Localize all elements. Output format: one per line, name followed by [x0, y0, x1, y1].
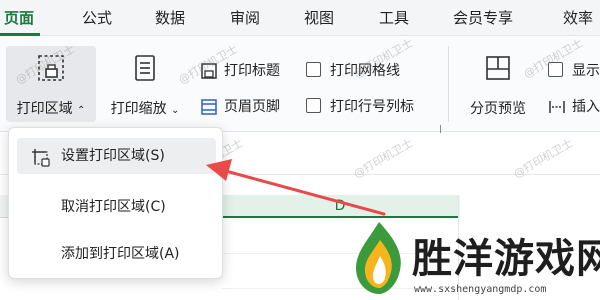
print-area-label: 打印区域 — [16, 101, 73, 117]
tab-data[interactable]: 数据 — [155, 0, 185, 36]
print-titles-label: 打印标题 — [224, 63, 280, 79]
tab-efficiency[interactable]: 效率 — [563, 0, 593, 36]
print-scale-label: 打印缩放 — [110, 101, 167, 117]
print-gridlines-toggle[interactable]: 打印网格线 — [306, 60, 426, 82]
flame-logo-icon — [356, 222, 401, 294]
print-area-dropdown-menu: 设置打印区域(S) 取消打印区域(C) 添加到打印区域(A) — [8, 127, 223, 279]
header-footer-button[interactable]: 页眉页脚 — [200, 96, 300, 118]
ribbon-tab-bar: 页面 公式 数据 审阅 视图 工具 会员专享 效率 — [0, 0, 600, 36]
print-scale-button[interactable]: 打印缩放 ⌄ — [102, 46, 188, 122]
ribbon-page-layout: 打印区域 ⌃ 打印缩放 ⌄ 打印标题 页眉页脚 打印网格线 打印行号列标 分页预… — [0, 36, 600, 134]
page-break-preview-icon — [484, 54, 512, 86]
tab-review[interactable]: 审阅 — [230, 0, 260, 36]
print-titles-icon — [200, 62, 218, 87]
ribbon-group-divider — [448, 46, 449, 122]
logo-url: www.sxshengyangmdp.com — [414, 284, 547, 295]
show-toggle[interactable]: 显示 — [548, 60, 600, 82]
menu-item-label: 设置打印区域(S) — [61, 148, 165, 164]
show-label: 显示 — [572, 63, 600, 79]
chevron-up-icon: ⌃ — [77, 105, 86, 116]
print-area-icon — [37, 54, 65, 86]
column-header-d[interactable]: D — [222, 195, 458, 218]
print-gridlines-label: 打印网格线 — [330, 63, 400, 79]
page-break-preview-label: 分页预览 — [470, 101, 526, 117]
menu-item-set-print-area[interactable]: 设置打印区域(S) — [17, 138, 216, 174]
tab-membership[interactable]: 会员专享 — [453, 0, 513, 36]
print-titles-button[interactable]: 打印标题 — [200, 60, 300, 82]
print-gridlines-checkbox[interactable] — [306, 62, 321, 77]
show-checkbox[interactable] — [548, 62, 563, 77]
chevron-down-icon: ⌄ — [171, 105, 180, 116]
tab-page[interactable]: 页面 — [4, 0, 34, 36]
insert-label: 插入 — [572, 99, 600, 115]
site-logo: 胜洋游戏网 www.sxshengyangmdp.com — [350, 218, 600, 300]
insert-page-break-icon — [548, 98, 566, 118]
print-area-button[interactable]: 打印区域 ⌃ — [6, 46, 96, 122]
tab-formulas[interactable]: 公式 — [82, 0, 112, 36]
print-row-col-headers-label: 打印行号列标 — [330, 99, 414, 115]
insert-button[interactable]: 插入 — [548, 96, 600, 118]
print-scale-icon — [132, 54, 158, 86]
tab-view[interactable]: 视图 — [304, 0, 334, 36]
menu-item-label: 添加到打印区域(A) — [61, 246, 180, 262]
print-row-col-headers-checkbox[interactable] — [306, 98, 321, 113]
menu-item-clear-print-area[interactable]: 取消打印区域(C) — [17, 189, 216, 225]
logo-text: 胜洋游戏网 — [412, 236, 600, 282]
set-print-area-icon — [31, 146, 51, 182]
print-row-col-headers-toggle[interactable]: 打印行号列标 — [306, 96, 436, 118]
tab-tools[interactable]: 工具 — [379, 0, 409, 36]
header-footer-label: 页眉页脚 — [224, 99, 280, 115]
menu-item-label: 取消打印区域(C) — [61, 199, 166, 215]
menu-item-add-to-print-area[interactable]: 添加到打印区域(A) — [17, 236, 216, 272]
header-footer-icon — [200, 98, 218, 123]
page-break-preview-button[interactable]: 分页预览 — [458, 46, 538, 122]
